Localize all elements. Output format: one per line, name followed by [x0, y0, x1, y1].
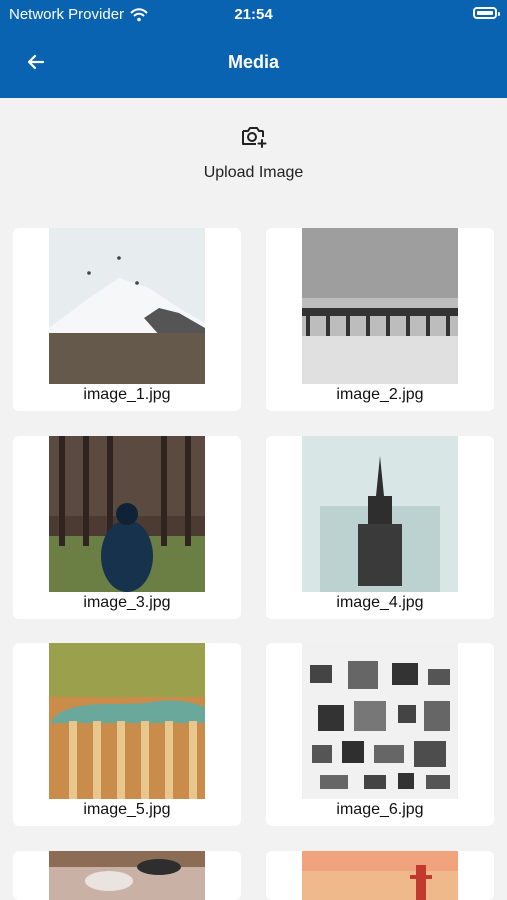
- image-filename: image_6.jpg: [336, 801, 424, 818]
- image-thumbnail[interactable]: [302, 436, 458, 592]
- camera-add-icon: [241, 127, 266, 148]
- image-thumbnail[interactable]: [49, 436, 205, 592]
- media-card[interactable]: [13, 851, 241, 900]
- image-thumbnail[interactable]: [302, 228, 458, 384]
- nav-bar: Media: [0, 40, 507, 84]
- media-card[interactable]: image_6.jpg: [266, 643, 494, 826]
- image-thumbnail[interactable]: [302, 643, 458, 799]
- media-card[interactable]: [266, 851, 494, 900]
- image-filename: image_4.jpg: [336, 594, 424, 611]
- app-header: Network Provider 21:54 Media: [0, 0, 507, 98]
- image-filename: image_5.jpg: [83, 801, 171, 818]
- image-thumbnail[interactable]: [49, 643, 205, 799]
- status-time: 21:54: [234, 6, 273, 23]
- media-card[interactable]: image_5.jpg: [13, 643, 241, 826]
- image-thumbnail[interactable]: [49, 228, 205, 384]
- page-title: Media: [227, 52, 279, 72]
- battery-icon: [473, 7, 500, 19]
- media-card[interactable]: image_3.jpg: [13, 436, 241, 619]
- image-filename: image_1.jpg: [83, 386, 171, 403]
- upload-image-label: Upload Image: [203, 164, 304, 181]
- image-thumbnail[interactable]: [302, 851, 458, 900]
- status-bar: Network Provider 21:54: [0, 0, 507, 28]
- upload-image-button[interactable]: Upload Image: [0, 120, 507, 200]
- media-card[interactable]: image_4.jpg: [266, 436, 494, 619]
- image-filename: image_2.jpg: [336, 386, 424, 403]
- image-filename: image_3.jpg: [83, 594, 171, 611]
- image-thumbnail[interactable]: [49, 851, 205, 900]
- media-card[interactable]: image_2.jpg: [266, 228, 494, 411]
- media-card[interactable]: image_1.jpg: [13, 228, 241, 411]
